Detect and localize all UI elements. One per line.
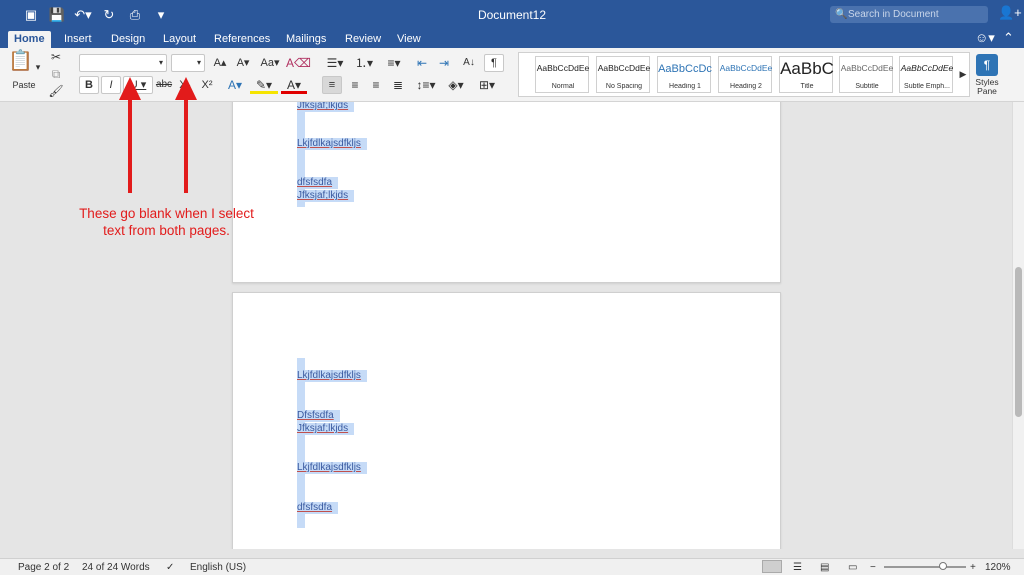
page-indicator[interactable]: Page 2 of 2 [18, 562, 69, 573]
arrow-head [175, 77, 197, 100]
zoom-out-icon[interactable]: − [870, 562, 876, 573]
print-layout-icon[interactable] [762, 560, 782, 573]
vertical-scrollbar[interactable] [1012, 102, 1024, 549]
annotation-text: These go blank when I select text from b… [79, 206, 254, 238]
read-mode-icon[interactable]: ▭ [848, 562, 857, 573]
zoom-in-icon[interactable]: + [970, 562, 976, 573]
zoom-level[interactable]: 120% [985, 562, 1011, 573]
zoom-slider[interactable] [884, 562, 966, 570]
proofing-icon[interactable]: ✓ [166, 562, 174, 573]
annotation-arrows [119, 77, 197, 193]
language-indicator[interactable]: English (US) [190, 562, 246, 573]
outline-view-icon[interactable]: ☰ [793, 562, 802, 573]
focus-view-icon[interactable]: ▤ [820, 562, 829, 573]
status-bar: Page 2 of 2 24 of 24 Words ✓ English (US… [0, 558, 1024, 575]
scrollbar-thumb[interactable] [1015, 267, 1022, 417]
word-count[interactable]: 24 of 24 Words [82, 562, 150, 573]
arrow-head [119, 77, 141, 100]
zoom-slider-knob[interactable] [939, 562, 948, 570]
